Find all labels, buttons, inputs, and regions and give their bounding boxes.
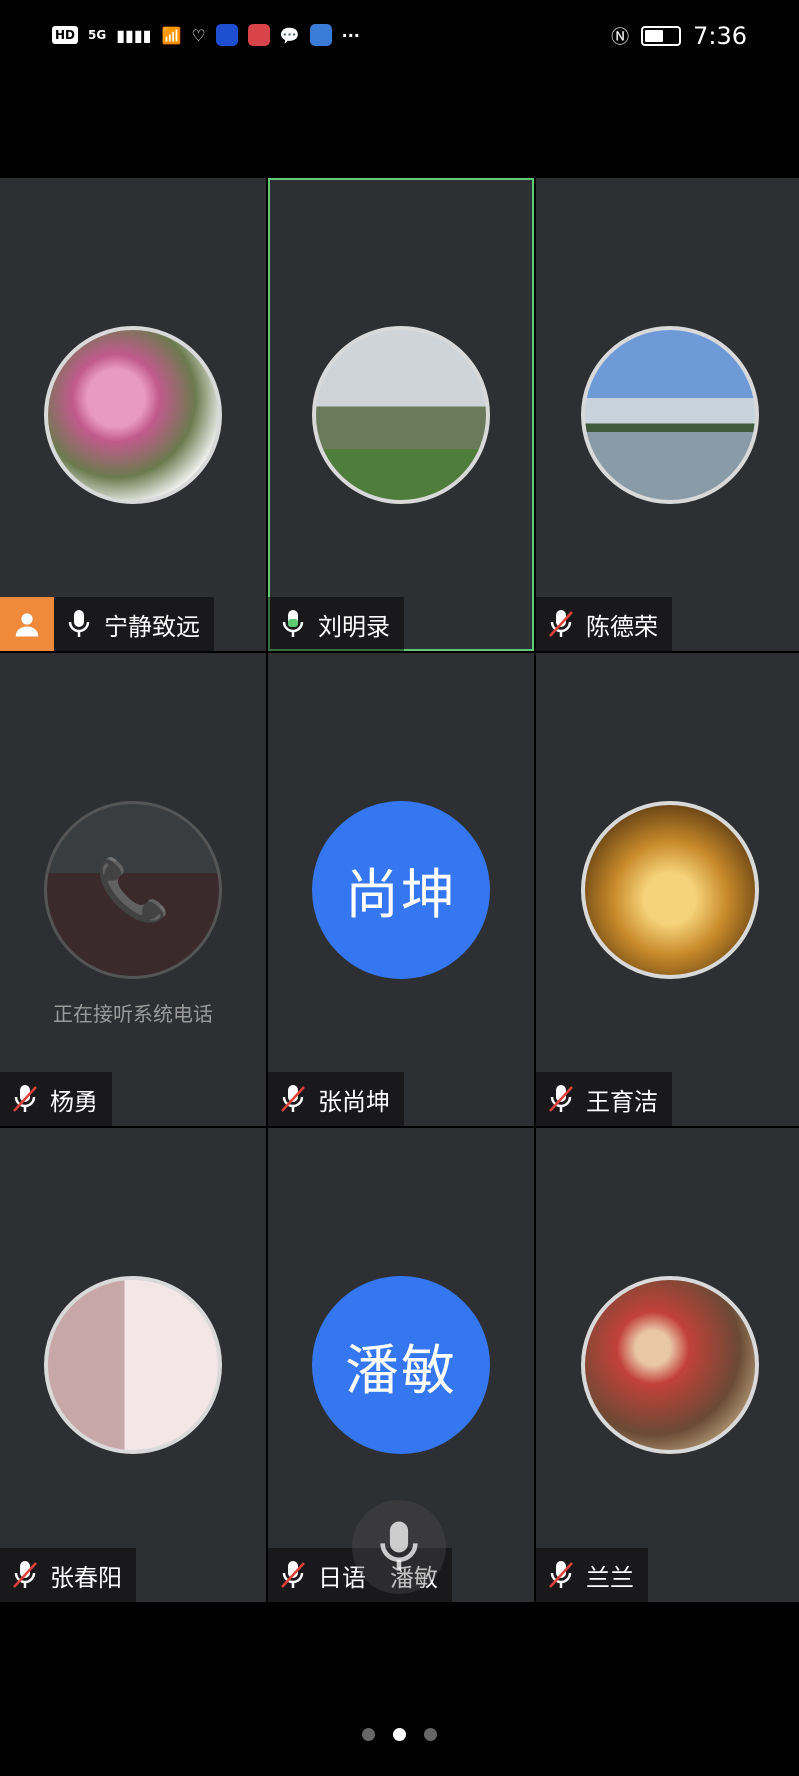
network-label: 5G [88, 28, 107, 42]
participant-label: 宁静致远 [0, 597, 214, 651]
mic-muted-icon [536, 597, 586, 651]
mic-muted-icon [0, 1548, 50, 1602]
participant-name: 王育洁 [586, 1087, 658, 1116]
participant-label: 杨勇 [0, 1072, 112, 1126]
app-icon-globe [309, 24, 332, 46]
avatar [44, 325, 222, 504]
participant-label: 兰兰 [536, 1548, 648, 1602]
participant-name: 宁静致远 [104, 612, 200, 641]
mic-muted-icon [0, 1072, 50, 1126]
participant-tile[interactable]: 尚坤 张尚坤 [268, 653, 534, 1126]
avatar [44, 1276, 222, 1454]
page-dot-current[interactable] [393, 1728, 406, 1741]
microphone-icon [380, 1521, 418, 1571]
participant-name: 杨勇 [50, 1087, 98, 1116]
avatar [580, 325, 759, 504]
participant-tile[interactable]: 王育洁 [536, 653, 799, 1126]
clock: 7:36 [693, 22, 747, 50]
participant-name: 陈德荣 [586, 612, 658, 641]
participant-label: 张春阳 [0, 1548, 136, 1602]
call-status-text: 正在接听系统电话 [53, 1002, 213, 1026]
mic-icon [54, 597, 104, 651]
battery-icon [641, 26, 682, 46]
participant-tile[interactable]: 宁静致远 [0, 178, 266, 651]
floating-mic-button[interactable] [352, 1500, 446, 1594]
app-icon-red [247, 24, 270, 46]
heart-icon: ♡ [191, 25, 206, 45]
page-dot[interactable] [424, 1728, 437, 1741]
status-left: HD 5G ▮▮▮▮ 📶 ♡ 💬 ··· [52, 24, 360, 46]
avatar-initials: 尚坤 [312, 800, 490, 979]
participant-name: 张春阳 [50, 1563, 122, 1592]
status-right: Ⓝ 7:36 [611, 22, 747, 50]
participant-tile[interactable]: 📞 正在接听系统电话 杨勇 [0, 653, 266, 1126]
participant-label: 刘明录 [268, 597, 404, 651]
nfc-icon: Ⓝ [611, 27, 630, 48]
mic-active-icon [268, 597, 318, 651]
mic-muted-icon [268, 1072, 318, 1126]
participant-tile[interactable]: 张春阳 [0, 1128, 266, 1602]
phone-icon: 📞 [95, 855, 171, 925]
participant-label: 陈德荣 [536, 597, 672, 651]
hd-badge: HD [52, 26, 79, 44]
participant-tile-active[interactable]: 刘明录 [268, 178, 534, 651]
participant-name: 刘明录 [318, 612, 390, 641]
participant-name: 兰兰 [586, 1563, 634, 1592]
wifi-icon: 📶 [161, 25, 182, 45]
page-indicator[interactable] [0, 1728, 799, 1741]
avatar [312, 325, 490, 504]
avatar [580, 800, 759, 979]
chat-icon: 💬 [279, 25, 300, 45]
signal-icon: ▮▮▮▮ [116, 25, 152, 45]
mic-muted-icon [536, 1072, 586, 1126]
page-dot[interactable] [362, 1728, 375, 1741]
app-icon-blue [215, 24, 238, 46]
participant-name: 张尚坤 [318, 1087, 390, 1116]
status-bar: HD 5G ▮▮▮▮ 📶 ♡ 💬 ··· Ⓝ 7:36 [0, 0, 799, 78]
participant-label: 张尚坤 [268, 1072, 404, 1126]
participant-grid: 宁静致远 刘明录 陈德荣 📞 正在接听系统电话 杨勇 尚坤 张尚坤 王育洁 张春… [0, 178, 799, 1602]
participant-tile[interactable]: 兰兰 [536, 1128, 799, 1602]
avatar-initials: 潘敏 [312, 1276, 490, 1454]
participant-label: 王育洁 [536, 1072, 672, 1126]
more-icon: ··· [341, 25, 360, 45]
mic-muted-icon [536, 1548, 586, 1602]
mic-muted-icon [268, 1548, 318, 1602]
participant-tile[interactable]: 陈德荣 [536, 178, 799, 651]
avatar [580, 1276, 759, 1454]
host-icon [0, 597, 54, 651]
